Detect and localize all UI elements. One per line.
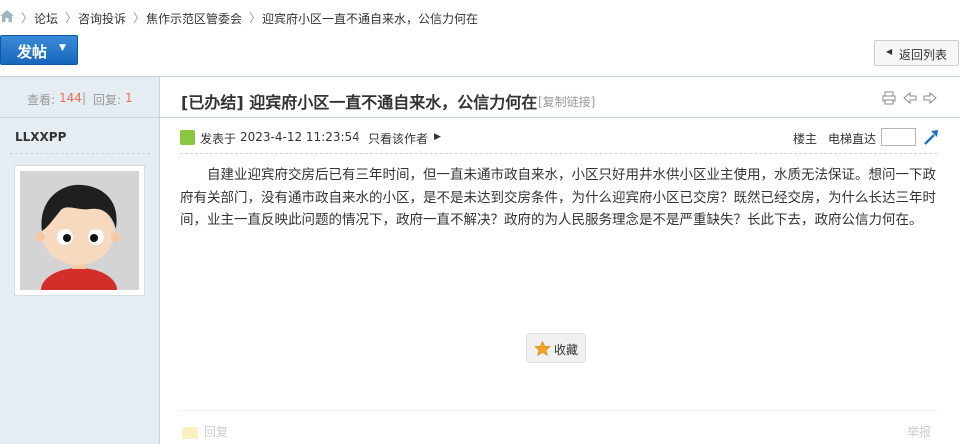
divider xyxy=(180,153,937,154)
breadcrumb-current: 迎宾府小区一直不通自来水，公信力何在 xyxy=(262,12,479,26)
arrow-left-icon: ◀ xyxy=(886,47,893,56)
go-arrow-icon[interactable] xyxy=(923,129,939,145)
divider xyxy=(10,153,150,154)
stats-divider: | xyxy=(82,91,87,105)
floor-jump-input[interactable] xyxy=(881,128,916,146)
reply-icon xyxy=(182,426,198,439)
meta-divider: | xyxy=(356,129,361,143)
breadcrumb-forum[interactable]: 论坛 xyxy=(34,10,58,27)
breadcrumb-separator: 〉 xyxy=(65,11,78,25)
home-icon[interactable] xyxy=(0,10,14,22)
back-to-list-label: 返回列表 xyxy=(899,48,948,62)
post-meta: 发表于 2023-4-12 11:23:54 | 只看该作者 ▶ 楼主 电梯直达 xyxy=(180,128,940,148)
print-icon[interactable] xyxy=(882,91,896,105)
back-to-list-button[interactable]: ◀ 返回列表 xyxy=(874,40,959,66)
favorite-button[interactable]: 收藏 xyxy=(526,333,586,363)
floor-label: 楼主 xyxy=(793,132,818,146)
new-post-button[interactable]: 发帖 ▼ xyxy=(0,35,78,65)
post-content: 自建业迎宾府交房后已有三年时间，但一直未通市政自来水，小区只好用井水供小区业主使… xyxy=(180,167,936,228)
thread-title: [已办结] 迎宾府小区一直不通自来水，公信力何在 xyxy=(181,89,537,113)
new-post-label: 发帖 xyxy=(17,43,48,61)
favorite-label: 收藏 xyxy=(554,343,579,357)
avatar[interactable] xyxy=(14,165,145,296)
avatar-cartoon-image xyxy=(20,171,139,290)
posted-time: 2023-4-12 11:23:54 xyxy=(240,130,360,144)
posted-label: 发表于 xyxy=(200,132,237,146)
thread-stats: 查看: 144 | 回复: 1 xyxy=(0,77,160,118)
divider xyxy=(180,410,937,411)
replies-count: 1 xyxy=(125,91,133,105)
views-count: 144 xyxy=(59,91,82,105)
online-status-icon xyxy=(180,130,195,145)
play-arrow-icon: ▶ xyxy=(434,132,441,142)
thread-title-text: 迎宾府小区一直不通自来水，公信力何在 xyxy=(249,93,538,112)
reply-button[interactable]: 回复 xyxy=(182,423,228,440)
breadcrumb-separator: 〉 xyxy=(133,11,146,25)
previous-thread-icon[interactable] xyxy=(903,91,917,105)
report-button[interactable]: 举报 xyxy=(907,423,931,440)
only-author-link[interactable]: 只看该作者 xyxy=(368,130,428,147)
star-icon xyxy=(534,340,551,357)
breadcrumb-separator: 〉 xyxy=(249,11,262,25)
breadcrumb-board[interactable]: 焦作示范区管委会 xyxy=(146,10,242,27)
reply-label: 回复 xyxy=(204,425,229,439)
replies-label: 回复: xyxy=(93,93,122,107)
jump-label: 电梯直达 xyxy=(828,132,877,146)
thread-title-bar: [已办结] 迎宾府小区一直不通自来水，公信力何在 [复制链接] xyxy=(160,77,960,118)
chevron-down-icon: ▼ xyxy=(59,43,66,53)
next-thread-icon[interactable] xyxy=(923,91,937,105)
views-label: 查看: xyxy=(27,93,56,107)
breadcrumb-separator: 〉 xyxy=(21,11,34,25)
author-name[interactable]: LLXXPP xyxy=(15,130,66,144)
status-badge: [已办结] xyxy=(181,93,244,112)
copy-link-button[interactable]: [复制链接] xyxy=(538,93,595,110)
breadcrumb-consult[interactable]: 咨询投诉 xyxy=(78,10,126,27)
breadcrumb: 〉 论坛 〉 咨询投诉 〉 焦作示范区管委会 〉 迎宾府小区一直不通自来水，公信… xyxy=(0,0,960,34)
